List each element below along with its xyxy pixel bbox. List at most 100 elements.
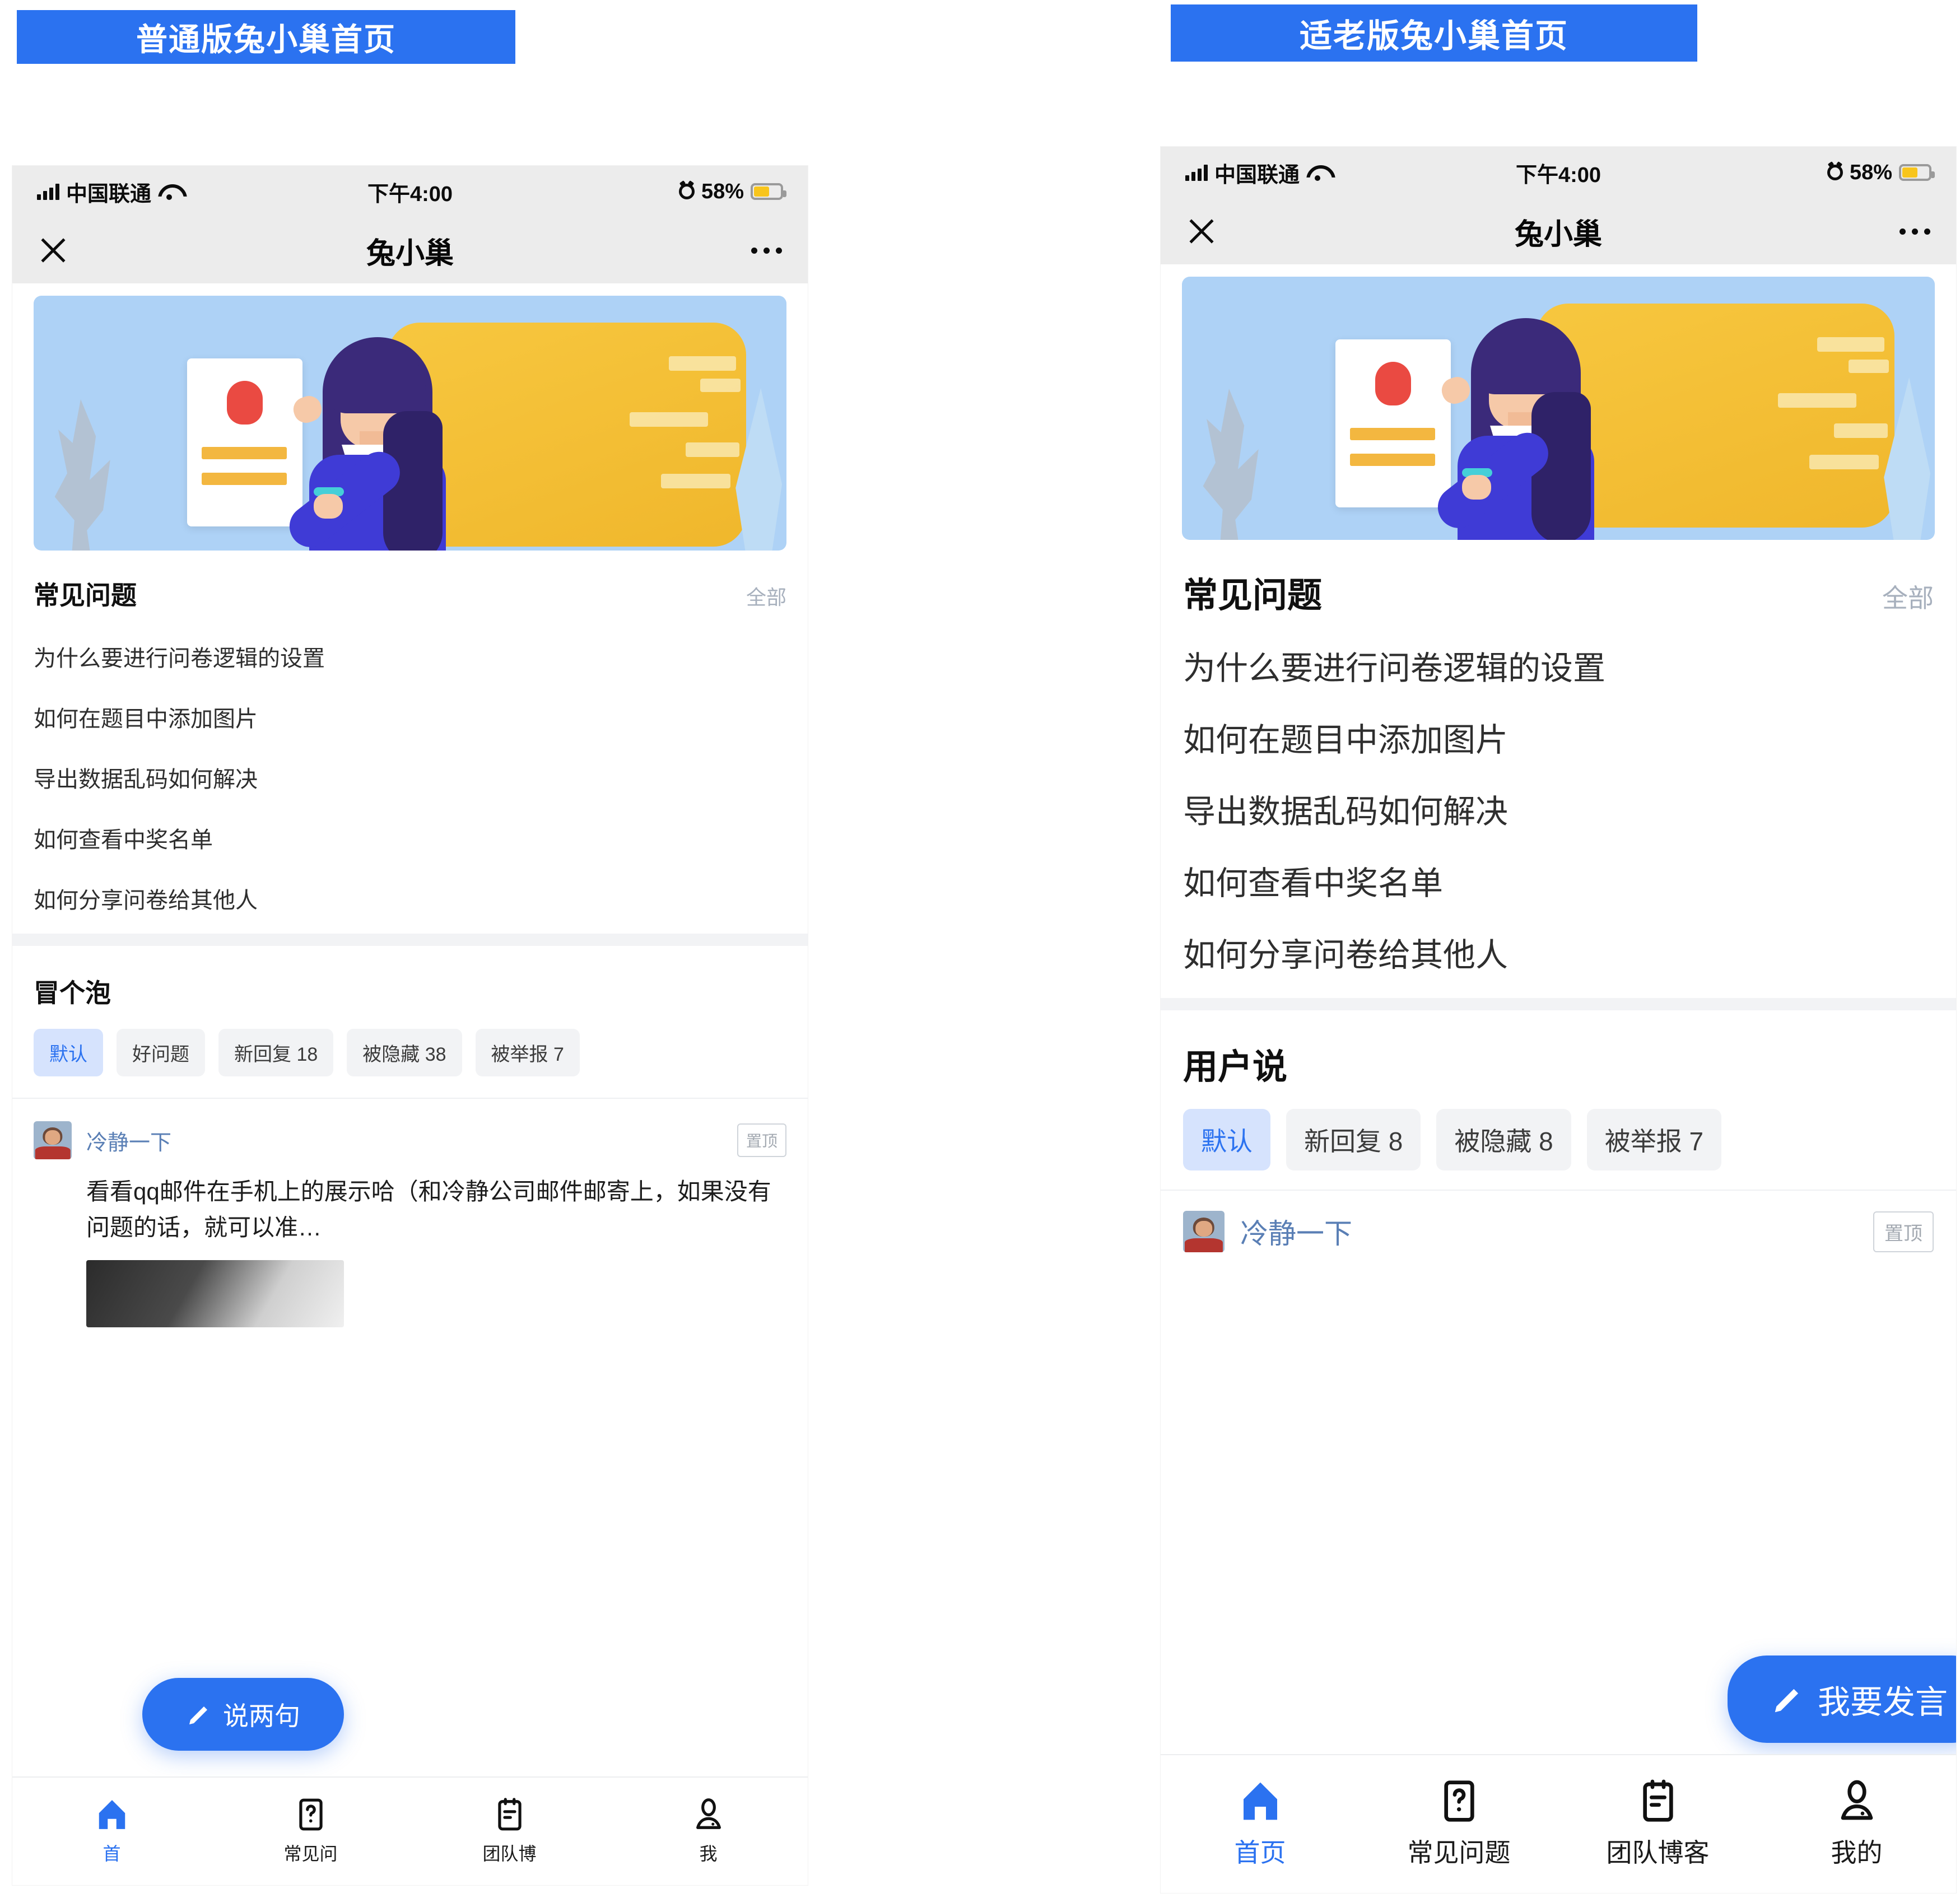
feed-section-header: 冒个泡 [12,946,808,1010]
faq-item[interactable]: 导出数据乱码如何解决 [34,761,786,794]
streak-decoration [1834,423,1888,438]
person-illustration [255,327,479,551]
banner-wrap [1161,264,1956,540]
hand-shape [1438,373,1474,408]
status-badge-pinned: 置顶 [737,1123,786,1157]
battery-icon [751,183,786,200]
hand-shape [314,494,343,519]
post-author-name[interactable]: 冷静一下 [86,1125,171,1156]
faq-view-all-link[interactable]: 全部 [1882,578,1934,615]
avatar[interactable] [34,1121,72,1159]
faq-item[interactable]: 导出数据乱码如何解决 [1183,785,1934,832]
pencil-icon [189,1706,207,1724]
faq-section: 常见问题 全部 为什么要进行问卷逻辑的设置 如何在题目中添加图片 导出数据乱码如… [1161,540,1956,998]
filter-chip-default[interactable]: 默认 [1183,1109,1270,1170]
compose-fab-label: 我要发言 [1817,1684,1948,1720]
faq-item[interactable]: 如何查看中奖名单 [1183,857,1934,904]
tab-faq-label: 常见问题 [1407,1838,1511,1867]
tab-faq-label: 常见问 [283,1844,338,1864]
filter-chip-hidden[interactable]: 被隐藏 38 [347,1029,462,1076]
compose-fab-button[interactable]: 我要发言 [1728,1655,1956,1743]
streak-decoration [661,474,730,488]
filter-chip-new-replies[interactable]: 新回复 18 [218,1029,334,1076]
tab-blog-label: 团队博客 [1606,1838,1710,1867]
streak-decoration [1817,337,1884,352]
tab-blog[interactable]: 团队博客 [1558,1779,1757,1869]
tab-home[interactable]: 首 [12,1797,211,1866]
feed-title: 用户说 [1183,1048,1288,1086]
section-divider [1161,998,1956,1010]
tab-home[interactable]: 首页 [1161,1779,1360,1869]
screen-body: 常见问题 全部 为什么要进行问卷逻辑的设置 如何在题目中添加图片 导出数据乱码如… [1161,264,1956,1893]
nav-bar: 兔小巢 [12,217,808,283]
faq-item[interactable]: 如何在题目中添加图片 [34,701,786,733]
tab-profile[interactable]: 我的 [1757,1779,1956,1869]
caption-normal-version: 普通版兔小巢首页 [17,10,515,64]
bottom-tab-bar: 首 常见问 团队博 我 [12,1776,808,1885]
feed-title: 冒个泡 [34,978,111,1008]
person-icon [1841,1780,1873,1820]
faq-item[interactable]: 为什么要进行问卷逻辑的设置 [34,640,786,673]
post-card[interactable]: 冷静一下 置顶 看看qq邮件在手机上的展示哈（和冷静公司邮件邮寄上，如果没有问题… [12,1098,808,1327]
faq-item[interactable]: 如何查看中奖名单 [34,822,786,854]
hand-shape [290,392,325,427]
section-divider [12,934,808,946]
filter-chip-reported[interactable]: 被举报 7 [475,1029,580,1076]
tab-profile-label: 我 [699,1844,718,1864]
person-icon [696,1798,721,1829]
leaf-decoration-icon [54,399,110,551]
feed-section: 冒个泡 默认 好问题 新回复 18 被隐藏 38 被举报 7 冷静一下 置顶 看… [12,946,808,1327]
filter-chip-new-replies[interactable]: 新回复 8 [1286,1109,1421,1170]
tab-home-label: 首页 [1234,1838,1286,1867]
post-attached-image[interactable] [86,1260,344,1327]
faq-item[interactable]: 如何分享问卷给其他人 [1183,929,1934,976]
post-author-name[interactable]: 冷静一下 [1240,1211,1352,1252]
faq-section-header: 常见问题 全部 [34,575,786,612]
filter-chip-good-question[interactable]: 好问题 [117,1029,205,1076]
screenshot-stage: 普通版兔小巢首页 适老版兔小巢首页 中国联通 下午4:00 58% 兔小巢 常见… [0,0,1960,1898]
feed-section-header: 用户说 [1161,1010,1956,1089]
avatar[interactable] [1183,1211,1225,1252]
hero-banner-illustration[interactable] [34,296,786,551]
faq-item[interactable]: 为什么要进行问卷逻辑的设置 [1183,642,1934,689]
feed-filter-chips: 默认 新回复 8 被隐藏 8 被举报 7 [1161,1089,1956,1170]
compose-fab-button[interactable]: 说两句 [142,1678,344,1751]
tab-blog[interactable]: 团队博 [410,1797,609,1866]
bottom-tab-bar: 首页 常见问题 团队博客 我的 [1161,1754,1956,1893]
filter-chip-default[interactable]: 默认 [34,1029,103,1076]
filter-chip-hidden[interactable]: 被隐藏 8 [1436,1109,1571,1170]
person-illustration [1404,308,1628,540]
hero-banner-illustration[interactable] [1182,277,1935,540]
post-card[interactable]: 冷静一下 置顶 [1161,1190,1956,1252]
post-body-text: 看看qq邮件在手机上的展示哈（和冷静公司邮件邮寄上，如果没有问题的话，就可以准… [86,1178,771,1241]
faq-item[interactable]: 如何分享问卷给其他人 [34,882,786,915]
status-bar: 中国联通 下午4:00 58% [12,166,808,217]
phone-normal-version: 中国联通 下午4:00 58% 兔小巢 常见问题 全部 为什么要进行问卷逻辑的设… [12,166,808,1885]
alarm-clock-icon [1827,165,1843,180]
status-bar: 中国联通 下午4:00 58% [1161,147,1956,198]
leaf-decoration-icon [1203,389,1259,540]
battery-icon [1899,164,1935,181]
faq-section-header: 常见问题 全部 [1183,567,1934,617]
faq-item[interactable]: 如何在题目中添加图片 [1183,714,1934,761]
blog-icon [497,1798,522,1831]
page-title: 兔小巢 [366,237,454,270]
post-header: 冷静一下 置顶 [34,1121,786,1159]
streak-decoration [669,356,736,371]
phone-elder-version: 中国联通 下午4:00 58% 兔小巢 常见问题 全部 为什么要进行问卷逻辑的设… [1161,147,1956,1893]
nav-bar: 兔小巢 [1161,198,1956,264]
filter-chip-reported[interactable]: 被举报 7 [1586,1109,1722,1170]
alarm-clock-icon [678,184,695,199]
tab-faq[interactable]: 常见问题 [1360,1779,1558,1869]
page-title: 兔小巢 [1514,218,1602,251]
tab-faq[interactable]: 常见问 [211,1797,410,1866]
feed-filter-chips: 默认 好问题 新回复 18 被隐藏 38 被举报 7 [12,1010,808,1076]
caption-elder-version: 适老版兔小巢首页 [1171,4,1697,62]
banner-wrap [12,283,808,551]
streak-decoration [630,412,708,427]
post-header: 冷静一下 置顶 [1183,1211,1934,1252]
streak-decoration [1849,360,1889,373]
tab-profile[interactable]: 我 [609,1797,808,1866]
faq-view-all-link[interactable]: 全部 [746,581,786,610]
streak-decoration [1778,393,1856,408]
